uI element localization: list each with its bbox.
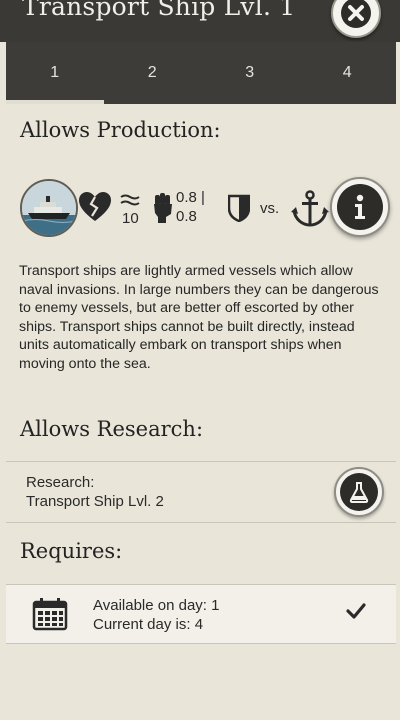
broken-heart-icon [79, 192, 111, 221]
close-icon [341, 0, 371, 28]
checkmark-icon [346, 603, 366, 619]
requirement-row: Available on day: 1 Current day is: 4 [6, 584, 396, 644]
tab-level-3[interactable]: 3 [201, 42, 299, 104]
available-day: Available on day: 1 [93, 597, 220, 614]
shield-icon [228, 194, 250, 222]
anchor-icon [291, 190, 329, 227]
research-label: Research: [26, 474, 95, 491]
flask-icon [349, 482, 369, 503]
close-button[interactable] [331, 0, 381, 38]
window-header: Transport Ship Lvl. 1 [0, 0, 400, 42]
research-button[interactable] [334, 467, 384, 517]
tab-level-1[interactable]: 1 [6, 42, 104, 104]
tab-level-4[interactable]: 4 [299, 42, 397, 104]
current-day: Current day is: 4 [93, 616, 204, 633]
level-tabs: 1 2 3 4 [6, 42, 396, 104]
requires-title: Requires: [20, 539, 123, 563]
tab-level-2[interactable]: 2 [104, 42, 202, 104]
research-title: Allows Research: [20, 417, 204, 441]
fist-icon [154, 193, 172, 223]
content-panel: Allows Production: 10 0.8 | 0.8 vs. Tran… [6, 104, 396, 720]
unit-stats: 10 0.8 | 0.8 vs. [6, 176, 396, 240]
movement-value: 10 [122, 210, 139, 227]
info-button[interactable] [330, 177, 390, 237]
vs-label: vs. [260, 200, 280, 217]
production-title: Allows Production: [20, 118, 221, 142]
window-title: Transport Ship Lvl. 1 [22, 0, 296, 21]
info-icon [355, 194, 365, 219]
strength-value-2: 0.8 [176, 208, 197, 225]
research-item-name: Transport Ship Lvl. 2 [26, 493, 164, 510]
unit-description: Transport ships are lightly armed vessel… [19, 263, 379, 372]
transport-ship-portrait[interactable] [20, 179, 78, 237]
strength-value: 0.8 | [176, 189, 205, 206]
research-row[interactable]: Research: Transport Ship Lvl. 2 [6, 461, 396, 523]
calendar-icon [32, 598, 68, 631]
waves-icon [120, 194, 140, 206]
